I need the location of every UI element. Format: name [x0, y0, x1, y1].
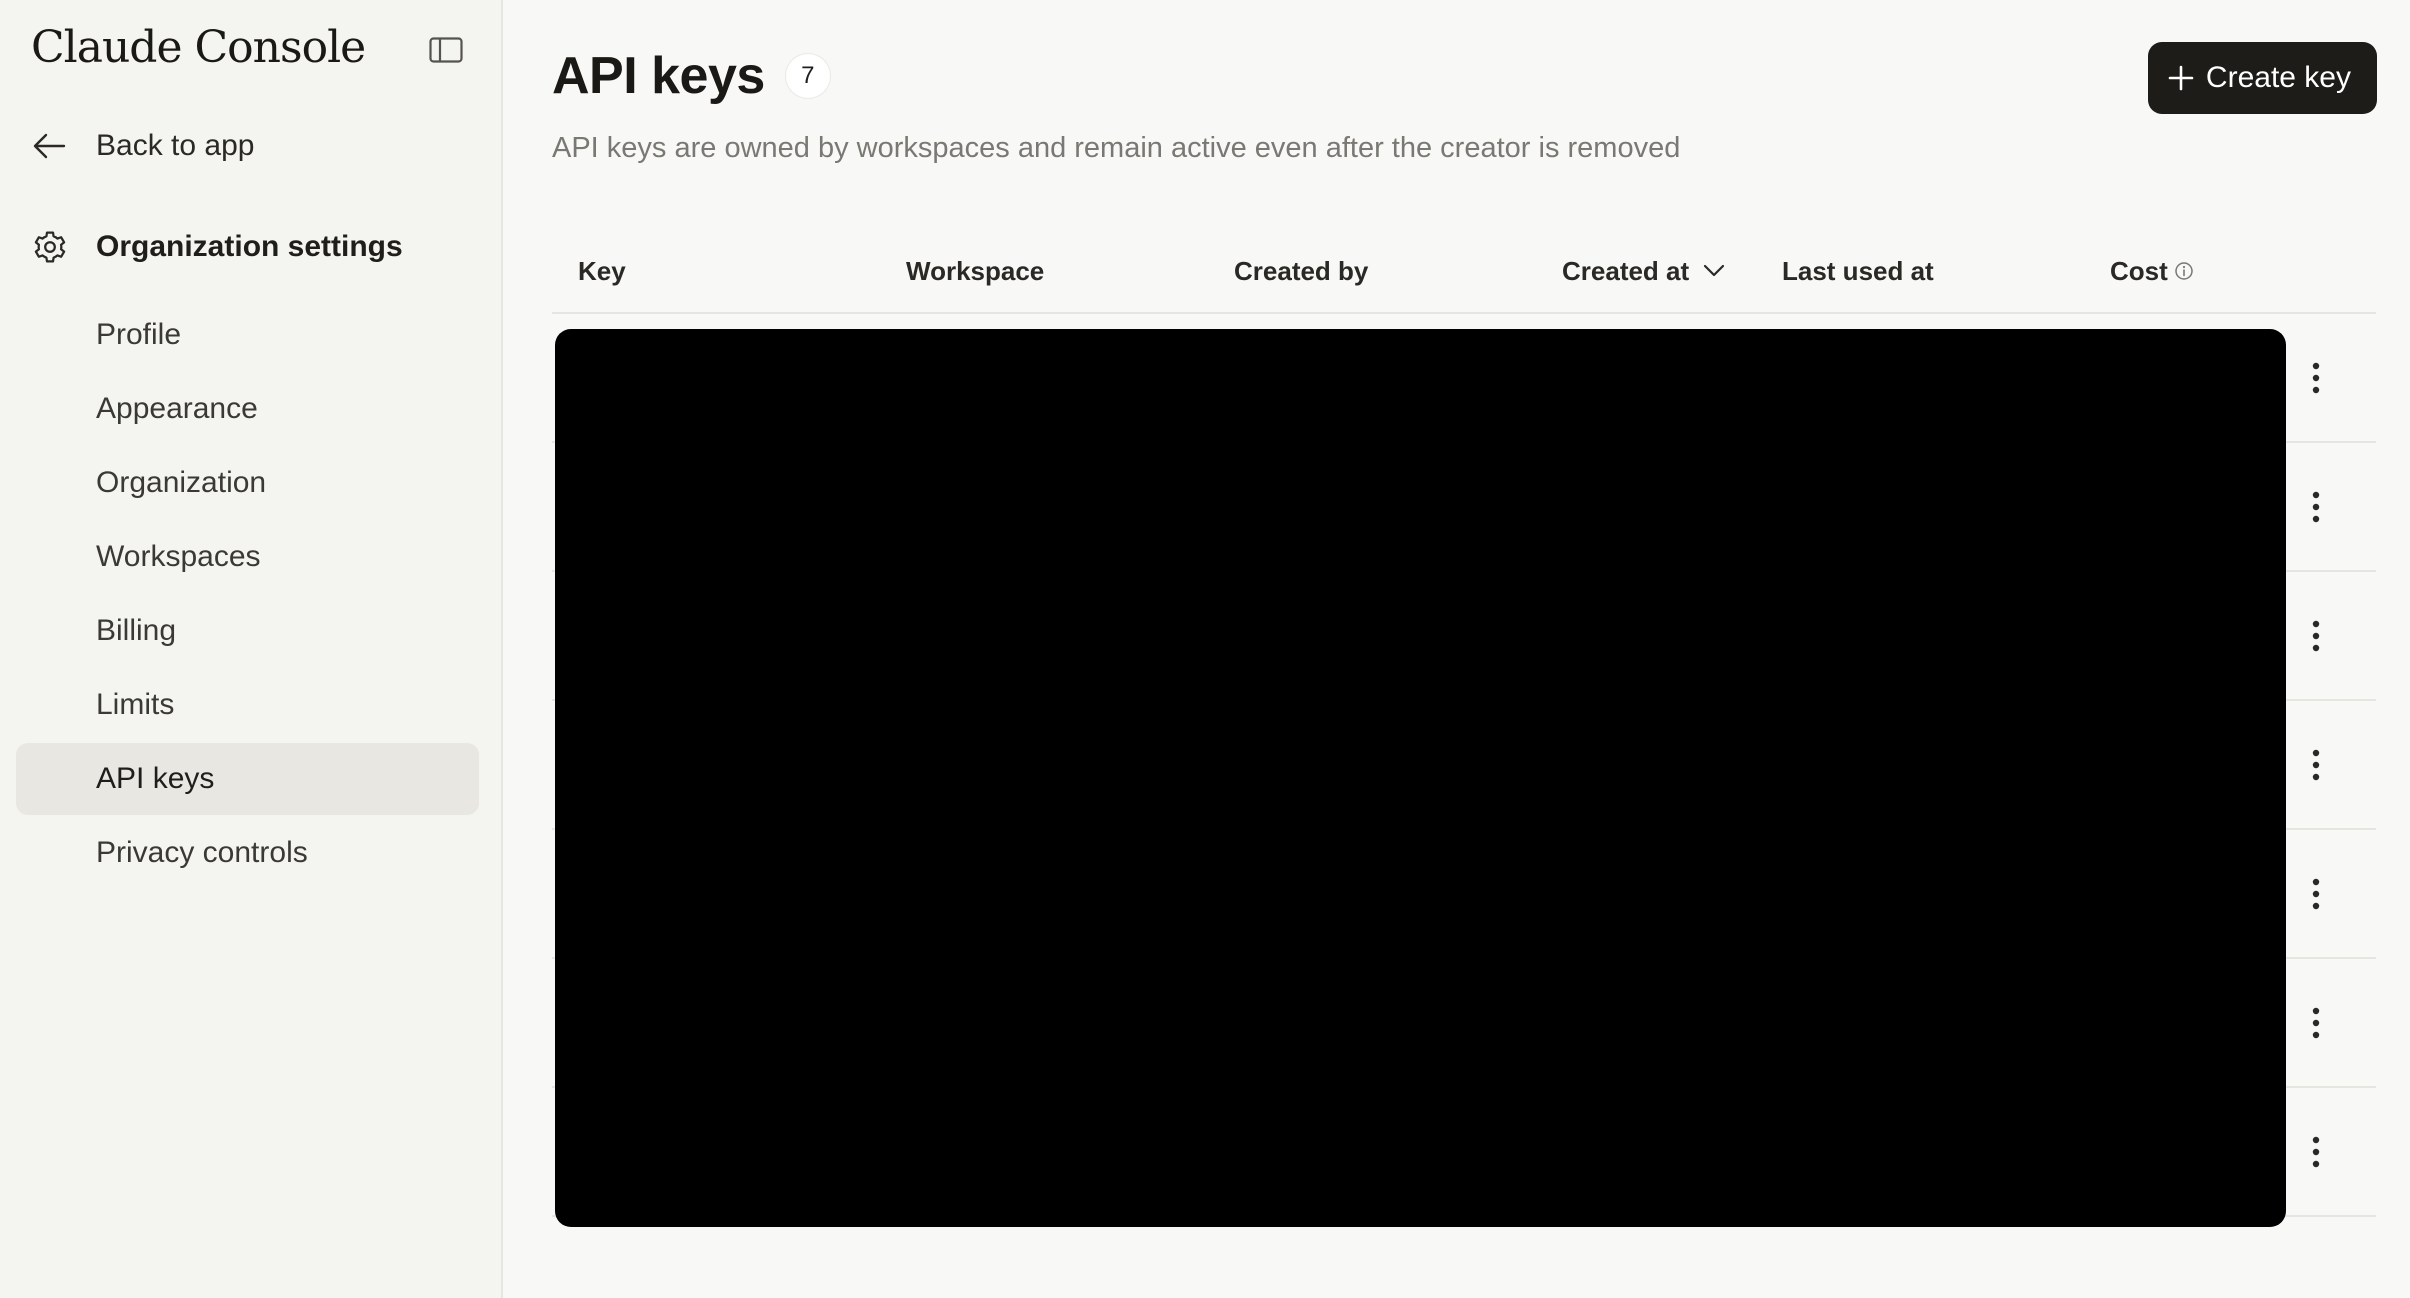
sidebar-toggle-icon — [429, 37, 463, 63]
row-menu-button[interactable] — [2296, 864, 2336, 924]
more-vertical-icon — [2312, 1136, 2320, 1168]
back-to-app-label: Back to app — [96, 129, 255, 162]
info-icon[interactable] — [2174, 261, 2194, 281]
create-key-button[interactable]: Create key — [2147, 42, 2377, 114]
api-keys-table: Key Workspace Created by Created at Last… — [552, 228, 2376, 1227]
sidebar-item-billing[interactable]: Billing — [16, 595, 479, 667]
sidebar-item-privacy-controls[interactable]: Privacy controls — [16, 817, 479, 889]
redacted-content-block — [555, 329, 2286, 1227]
sidebar-item-limits[interactable]: Limits — [16, 669, 479, 741]
page-title: API keys — [552, 47, 765, 105]
create-key-label: Create key — [2205, 61, 2351, 94]
chevron-down-icon — [1704, 264, 1725, 277]
app-root: Claude Console Back to app Organization … — [0, 0, 2410, 1298]
row-menu-button[interactable] — [2296, 348, 2336, 408]
column-header-workspace[interactable]: Workspace — [906, 228, 1044, 314]
settings-nav: Profile Appearance Organization Workspac… — [16, 299, 479, 891]
table-header: Key Workspace Created by Created at Last… — [552, 228, 2376, 314]
sidebar-item-profile[interactable]: Profile — [16, 299, 479, 371]
gear-icon — [34, 231, 66, 263]
sidebar-item-workspaces[interactable]: Workspaces — [16, 521, 479, 593]
column-header-created-at[interactable]: Created at — [1562, 228, 1725, 314]
column-header-last-used-at[interactable]: Last used at — [1782, 228, 1934, 314]
row-menu-button[interactable] — [2296, 735, 2336, 795]
column-header-created-by[interactable]: Created by — [1234, 228, 1368, 314]
key-count-badge: 7 — [784, 53, 831, 99]
column-label: Last used at — [1782, 255, 1934, 286]
column-header-key[interactable]: Key — [578, 228, 626, 314]
column-label: Workspace — [906, 255, 1045, 286]
plus-icon — [2168, 65, 2194, 91]
arrow-left-icon — [33, 133, 66, 159]
sidebar-item-api-keys[interactable]: API keys — [16, 743, 479, 815]
row-menu-button[interactable] — [2296, 477, 2336, 537]
sidebar-item-organization[interactable]: Organization — [16, 447, 479, 519]
page-subtitle: API keys are owned by workspaces and rem… — [552, 132, 1681, 164]
organization-settings-header: Organization settings — [32, 222, 403, 272]
row-menu-button[interactable] — [2296, 606, 2336, 666]
brand-logo[interactable]: Claude Console — [31, 22, 366, 73]
column-label: Created at — [1562, 255, 1690, 286]
more-vertical-icon — [2312, 620, 2320, 652]
more-vertical-icon — [2312, 749, 2320, 781]
column-label: Key — [578, 255, 626, 286]
more-vertical-icon — [2312, 491, 2320, 523]
organization-settings-title: Organization settings — [96, 230, 403, 263]
sidebar-item-appearance[interactable]: Appearance — [16, 373, 479, 445]
row-menu-button[interactable] — [2296, 1122, 2336, 1182]
more-vertical-icon — [2312, 362, 2320, 394]
more-vertical-icon — [2312, 1007, 2320, 1039]
title-row: API keys 7 — [552, 46, 831, 106]
row-menu-button[interactable] — [2296, 993, 2336, 1053]
more-vertical-icon — [2312, 878, 2320, 910]
sidebar-collapse-button[interactable] — [428, 36, 464, 64]
main-content: API keys 7 API keys are owned by workspa… — [503, 0, 2410, 1298]
column-label: Cost — [2110, 255, 2168, 286]
table-body — [552, 314, 2376, 1227]
sidebar: Claude Console Back to app Organization … — [0, 0, 503, 1298]
back-to-app-link[interactable]: Back to app — [32, 124, 254, 168]
column-header-cost[interactable]: Cost — [2110, 228, 2194, 314]
column-label: Created by — [1234, 255, 1369, 286]
